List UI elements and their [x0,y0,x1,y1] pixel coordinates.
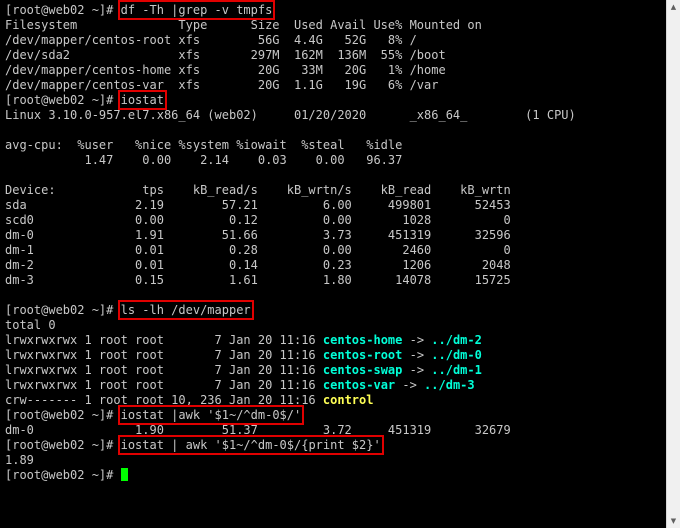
terminal-line: [root@web02 ~]# ls -lh /dev/mapper [5,300,666,320]
output-text: Filesystem Type Size Used Avail Use% Mou… [5,18,482,32]
command-text: iostat |awk '$1~/^dm-0$/' [117,405,305,425]
symlink-name: centos-root [322,348,403,362]
terminal-line: lrwxrwxrwx 1 root root 7 Jan 20 11:16 ce… [5,378,666,393]
prompt: [root@web02 ~]# [5,438,114,452]
output-text: dm-0 1.91 51.66 3.73 451319 32596 [5,228,511,242]
output-text: dm-1 0.01 0.28 0.00 2460 0 [5,243,511,257]
ls-entry-text: lrwxrwxrwx 1 root root 7 Jan 20 11:16 [5,378,323,392]
output-text: /dev/mapper/centos-var xfs 20G 1.1G 19G … [5,78,439,92]
terminal-line: [root@web02 ~]# iostat |awk '$1~/^dm-0$/… [5,405,666,425]
output-text: /dev/mapper/centos-root xfs 56G 4.4G 52G… [5,33,417,47]
output-text: /dev/mapper/centos-home xfs 20G 33M 20G … [5,63,446,77]
symlink-arrow: -> [402,333,432,347]
symlink-target: ../dm-2 [431,333,482,347]
symlink-target: ../dm-3 [424,378,475,392]
ls-entry-text: lrwxrwxrwx 1 root root 7 Jan 20 11:16 [5,333,323,347]
terminal-line: [root@web02 ~]# df -Th |grep -v tmpfs [5,0,666,20]
terminal-line: [root@web02 ~]# iostat [5,90,666,110]
terminal-line: 1.47 0.00 2.14 0.03 0.00 96.37 [5,153,666,168]
output-text: Linux 3.10.0-957.el7.x86_64 (web02) 01/2… [5,108,576,122]
terminal-line: Filesystem Type Size Used Avail Use% Mou… [5,18,666,33]
prompt: [root@web02 ~]# [5,468,114,482]
terminal-line: /dev/sda2 xfs 297M 162M 136M 55% /boot [5,48,666,63]
prompt: [root@web02 ~]# [5,93,114,107]
output-text: 1.47 0.00 2.14 0.03 0.00 96.37 [5,153,403,167]
terminal-line: sda 2.19 57.21 6.00 499801 52453 [5,198,666,213]
terminal-line: Linux 3.10.0-957.el7.x86_64 (web02) 01/2… [5,108,666,123]
vertical-scrollbar[interactable]: ▲ ▼ [666,0,680,528]
terminal-line: dm-0 1.90 51.37 3.72 451319 32679 [5,423,666,438]
terminal-line: lrwxrwxrwx 1 root root 7 Jan 20 11:16 ce… [5,363,666,378]
device-name: control [322,393,374,407]
terminal-line: crw------- 1 root root 10, 236 Jan 20 11… [5,393,666,408]
ls-entry-text: lrwxrwxrwx 1 root root 7 Jan 20 11:16 [5,363,323,377]
output-text: Device: tps kB_read/s kB_wrtn/s kB_read … [5,183,511,197]
command-text: iostat | awk '$1~/^dm-0$/{print $2}' [117,435,384,455]
output-text: scd0 0.00 0.12 0.00 1028 0 [5,213,511,227]
symlink-name: centos-home [322,333,403,347]
scroll-up-arrow-icon[interactable]: ▲ [667,0,680,14]
output-text: dm-2 0.01 0.14 0.23 1206 2048 [5,258,511,272]
prompt: [root@web02 ~]# [5,303,114,317]
prompt: [root@web02 ~]# [5,3,114,17]
terminal-line: /dev/mapper/centos-root xfs 56G 4.4G 52G… [5,33,666,48]
terminal-line: dm-1 0.01 0.28 0.00 2460 0 [5,243,666,258]
terminal-line: scd0 0.00 0.12 0.00 1028 0 [5,213,666,228]
terminal-line: Device: tps kB_read/s kB_wrtn/s kB_read … [5,183,666,198]
cursor-block[interactable] [120,468,128,481]
symlink-target: ../dm-1 [431,363,482,377]
terminal-line: lrwxrwxrwx 1 root root 7 Jan 20 11:16 ce… [5,348,666,363]
terminal-line: dm-2 0.01 0.14 0.23 1206 2048 [5,258,666,273]
terminal-line: /dev/mapper/centos-var xfs 20G 1.1G 19G … [5,78,666,93]
symlink-arrow: -> [402,348,432,362]
terminal-line: [root@web02 ~]# iostat | awk '$1~/^dm-0$… [5,435,666,455]
terminal-line: avg-cpu: %user %nice %system %iowait %st… [5,138,666,153]
terminal-line: [root@web02 ~]# [5,468,666,483]
output-text: 1.89 [5,453,34,467]
prompt: [root@web02 ~]# [5,408,114,422]
output-text: dm-3 0.15 1.61 1.80 14078 15725 [5,273,511,287]
command-text: iostat [117,90,167,110]
terminal-line: lrwxrwxrwx 1 root root 7 Jan 20 11:16 ce… [5,333,666,348]
symlink-name: centos-swap [322,363,403,377]
output-text: dm-0 1.90 51.37 3.72 451319 32679 [5,423,511,437]
terminal-line: dm-3 0.15 1.61 1.80 14078 15725 [5,273,666,288]
symlink-arrow: -> [402,363,432,377]
ls-entry-text: crw------- 1 root root 10, 236 Jan 20 11… [5,393,323,407]
terminal-line: total 0 [5,318,666,333]
terminal-line: /dev/mapper/centos-home xfs 20G 33M 20G … [5,63,666,78]
symlink-target: ../dm-0 [431,348,482,362]
command-text: df -Th |grep -v tmpfs [117,0,276,20]
ls-entry-text: lrwxrwxrwx 1 root root 7 Jan 20 11:16 [5,348,323,362]
terminal-window[interactable]: [root@web02 ~]# df -Th |grep -v tmpfs Fil… [0,0,666,528]
symlink-arrow: -> [395,378,425,392]
terminal-line: 1.89 [5,453,666,468]
scroll-down-arrow-icon[interactable]: ▼ [667,514,680,528]
command-text: ls -lh /dev/mapper [117,300,254,320]
output-text: total 0 [5,318,56,332]
output-text: avg-cpu: %user %nice %system %iowait %st… [5,138,403,152]
output-text: sda 2.19 57.21 6.00 499801 52453 [5,198,511,212]
symlink-name: centos-var [322,378,396,392]
output-text: /dev/sda2 xfs 297M 162M 136M 55% /boot [5,48,446,62]
terminal-line: dm-0 1.91 51.66 3.73 451319 32596 [5,228,666,243]
